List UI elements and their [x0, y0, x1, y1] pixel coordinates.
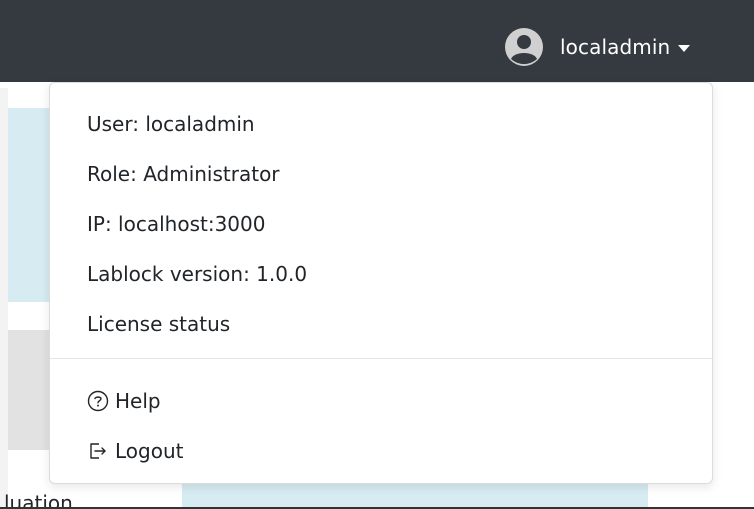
dropdown-divider — [50, 358, 712, 359]
page: luation localadmin User: localadmin Role… — [0, 0, 754, 509]
caret-down-icon — [678, 44, 691, 52]
page-left-gutter — [0, 88, 8, 508]
bottom-panel — [182, 480, 648, 509]
help-label: Help — [115, 389, 161, 413]
logout-menu-item[interactable]: Logout — [87, 434, 183, 468]
info-panel — [8, 108, 52, 302]
role-info: Role: Administrator — [87, 162, 280, 186]
top-navbar: localadmin — [0, 0, 754, 82]
gray-panel — [8, 330, 52, 450]
username-label: localadmin — [560, 35, 671, 59]
logout-label: Logout — [115, 439, 184, 463]
help-menu-item[interactable]: Help — [87, 384, 161, 418]
logout-icon — [87, 440, 109, 462]
ip-info: IP: localhost:3000 — [87, 212, 266, 236]
version-info: Lablock version: 1.0.0 — [87, 262, 308, 286]
question-circle-icon — [87, 390, 109, 412]
user-info: User: localadmin — [87, 112, 255, 136]
license-status-item[interactable]: License status — [87, 307, 230, 341]
user-dropdown-menu: User: localadmin Role: Administrator IP:… — [49, 82, 713, 484]
user-menu-toggle[interactable]: localadmin — [504, 25, 691, 69]
user-circle-icon — [504, 27, 544, 67]
